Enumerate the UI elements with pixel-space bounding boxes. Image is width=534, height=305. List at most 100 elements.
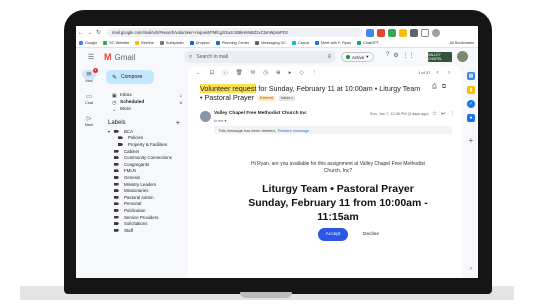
assignment-title-line: 11:15am: [317, 211, 359, 223]
bookmark-item[interactable]: Planning Center: [216, 41, 249, 45]
bookmark-item[interactable]: Google: [79, 41, 97, 45]
extension-icon[interactable]: [366, 28, 374, 37]
sidebar-item-inbox[interactable]: ▣ Inbox 1: [104, 92, 186, 99]
keep-icon[interactable]: ▮: [467, 86, 475, 94]
label-item[interactable]: ▾ BCA: [104, 128, 186, 135]
inbox-chip[interactable]: Inbox ×: [279, 95, 296, 101]
label-item[interactable]: Community Connections: [104, 154, 186, 161]
bookmark-item[interactable]: Canva: [291, 41, 309, 45]
add-addon-icon[interactable]: +: [469, 136, 474, 145]
search-options-icon[interactable]: ≡: [327, 54, 331, 60]
gmail-m-icon: M: [104, 52, 112, 62]
more-options-icon[interactable]: ⋮: [312, 70, 318, 76]
extension-icon[interactable]: [410, 28, 418, 37]
reload-icon[interactable]: ↻: [94, 29, 103, 36]
bookmark-item[interactable]: Messaging VC: [255, 41, 286, 45]
compose-label: Compose: [121, 74, 143, 80]
label-name: Genesis: [124, 174, 141, 180]
decline-button[interactable]: Decline: [356, 228, 386, 241]
label-tag-icon: [114, 228, 119, 232]
label-item[interactable]: Ministry Leaders: [104, 181, 186, 188]
star-icon[interactable]: ☆: [432, 111, 441, 117]
label-item[interactable]: Personal: [104, 201, 186, 208]
contacts-icon[interactable]: ●: [467, 114, 475, 122]
back-arrow-icon[interactable]: ←: [196, 70, 202, 76]
deleted-text: This message has been deleted.: [218, 127, 276, 133]
forward-icon[interactable]: →: [85, 30, 94, 36]
mark-unread-icon[interactable]: ✉: [251, 70, 256, 76]
email-message: Hi Ryan, are you available for this assi…: [251, 161, 425, 174]
recipient-dropdown[interactable]: to me ▾: [214, 118, 226, 123]
snooze-icon[interactable]: ◷: [263, 70, 268, 76]
label-item[interactable]: Property & Facilities: [104, 141, 186, 148]
extension-icon[interactable]: [388, 28, 396, 37]
bookmark-item[interactable]: Meet with F. Ryan: [314, 41, 351, 45]
tasks-icon[interactable]: ✓: [467, 100, 475, 108]
label-icon[interactable]: ◇: [299, 70, 303, 76]
extension-icon[interactable]: [377, 28, 385, 37]
label-item[interactable]: Cabinet: [104, 148, 186, 155]
rail-meet[interactable]: ▷ Meet: [76, 114, 102, 136]
bookmark-item[interactable]: ChatGPT: [357, 41, 379, 45]
open-new-window-icon[interactable]: ⧉: [442, 84, 451, 90]
email-toolbar: ← ⊡ ⓘ 🗑︎ ✉ ◷ ⊕ ▸ ◇ ⋮ 1 of 37 ‹ ›: [188, 66, 462, 79]
add-task-icon[interactable]: ⊕: [276, 70, 281, 76]
address-bar[interactable]: mail.google.com/mail/u/0/#search/volunte…: [107, 28, 363, 37]
add-label-icon[interactable]: +: [176, 120, 180, 127]
label-item[interactable]: Publication: [104, 207, 186, 214]
extension-icon[interactable]: [399, 28, 407, 37]
settings-gear-icon[interactable]: ⚙: [393, 52, 398, 59]
label-item[interactable]: FMLN: [104, 168, 186, 175]
label-item[interactable]: Missionaries: [104, 187, 186, 194]
profile-icon[interactable]: [432, 28, 440, 37]
print-icon[interactable]: ⎙: [432, 84, 442, 90]
label-item[interactable]: Policies: [104, 135, 186, 142]
organization-logo[interactable]: VALLEY CHAPEL: [428, 52, 452, 62]
accept-button[interactable]: Accept: [318, 228, 348, 241]
bookmark-item[interactable]: Beeline: [135, 41, 154, 45]
puzzle-icon[interactable]: [421, 28, 429, 37]
sender-name[interactable]: Valley Chapel Free Methodist Church Inc: [214, 111, 307, 116]
reply-icon[interactable]: ↩: [441, 111, 450, 117]
assignment-title-line: Liturgy Team • Pastoral Prayer: [262, 183, 414, 195]
bookmark-label: Dropbox: [195, 41, 210, 45]
help-icon[interactable]: ?: [386, 52, 389, 59]
label-item[interactable]: Service Providers: [104, 214, 186, 221]
compose-button[interactable]: ✎ Compose: [106, 70, 154, 84]
delete-icon[interactable]: 🗑︎: [236, 70, 243, 76]
status-dropdown[interactable]: Active ▾: [341, 52, 374, 62]
move-to-icon[interactable]: ▸: [289, 70, 292, 76]
account-avatar[interactable]: [457, 51, 468, 62]
more-options-icon[interactable]: ⋮: [450, 111, 460, 117]
apps-grid-icon[interactable]: ⋮⋮: [403, 52, 415, 59]
label-item[interactable]: Congregants: [104, 161, 186, 168]
bookmark-favicon-icon: [216, 41, 220, 45]
bookmark-item[interactable]: SC Website: [103, 41, 129, 45]
report-spam-icon[interactable]: ⓘ: [222, 69, 228, 77]
back-icon[interactable]: ←: [76, 30, 85, 36]
label-tag-icon: [114, 215, 119, 219]
gmail-logo[interactable]: M Gmail: [104, 52, 135, 62]
pagination-arrows-icon[interactable]: ‹ ›: [436, 70, 454, 76]
label-item[interactable]: Solicitations: [104, 220, 186, 227]
search-input[interactable]: ⌕ Search in mail ≡: [184, 51, 336, 63]
menu-icon[interactable]: ☰: [82, 53, 100, 61]
collapse-panel-icon[interactable]: ›: [470, 266, 472, 272]
expand-caret-icon[interactable]: ▾: [108, 129, 112, 134]
sidebar-item-more[interactable]: ⌄ More: [104, 106, 186, 113]
bookmark-item[interactable]: Subsplash: [159, 41, 184, 45]
calendar-icon[interactable]: ▦: [467, 72, 475, 80]
rail-chat[interactable]: ▭ Chat: [76, 92, 102, 114]
label-item[interactable]: Staff: [104, 227, 186, 234]
label-item[interactable]: Genesis: [104, 174, 186, 181]
sidebar-item-label: More: [120, 107, 131, 112]
restore-message-link[interactable]: Restore message: [278, 128, 309, 133]
browser-toolbar: ← → ↻ mail.google.com/mail/u/0/#search/v…: [76, 26, 478, 39]
label-tag-icon: [114, 182, 119, 186]
label-item[interactable]: Pastoral Admin: [104, 194, 186, 201]
archive-icon[interactable]: ⊡: [210, 70, 215, 76]
all-bookmarks[interactable]: All Bookmarks: [450, 41, 474, 45]
rail-mail[interactable]: ✉ 6 Mail: [76, 68, 102, 92]
sidebar-item-scheduled[interactable]: ◷ Scheduled 6: [104, 99, 186, 106]
bookmark-item[interactable]: Dropbox: [189, 41, 210, 45]
